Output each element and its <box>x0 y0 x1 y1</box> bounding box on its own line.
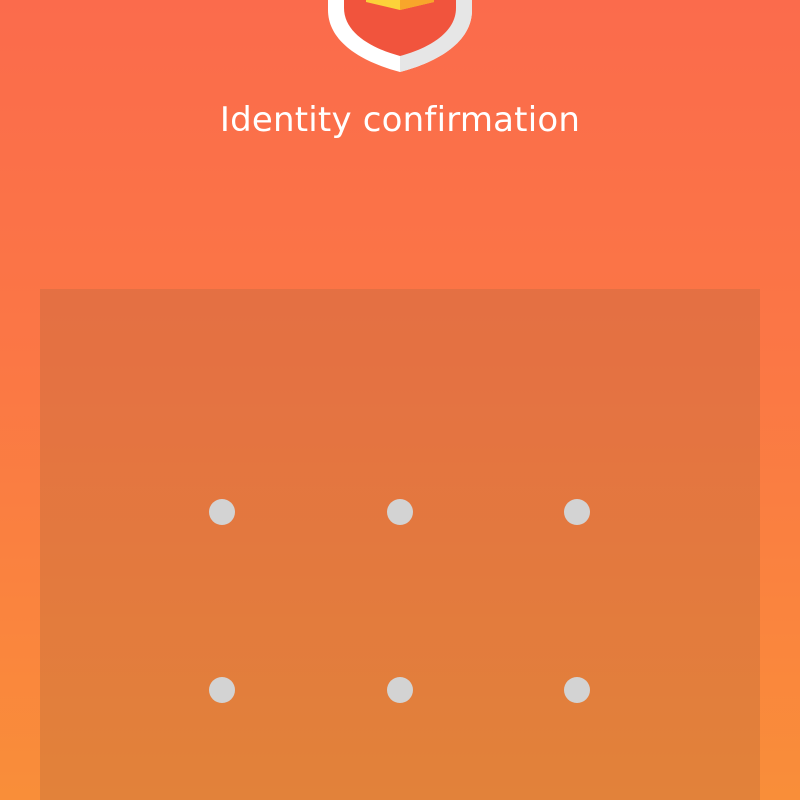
page-title: Identity confirmation <box>219 100 581 140</box>
pattern-dot-4[interactable] <box>209 677 235 703</box>
pattern-dot-2[interactable] <box>387 499 413 525</box>
pattern-dot-1[interactable] <box>209 499 235 525</box>
pattern-dot-6[interactable] <box>564 677 590 703</box>
pattern-dot-5[interactable] <box>387 677 413 703</box>
pattern-dot-3[interactable] <box>564 499 590 525</box>
pattern-lock-panel[interactable] <box>40 289 760 800</box>
shield-logo-icon <box>320 0 480 72</box>
